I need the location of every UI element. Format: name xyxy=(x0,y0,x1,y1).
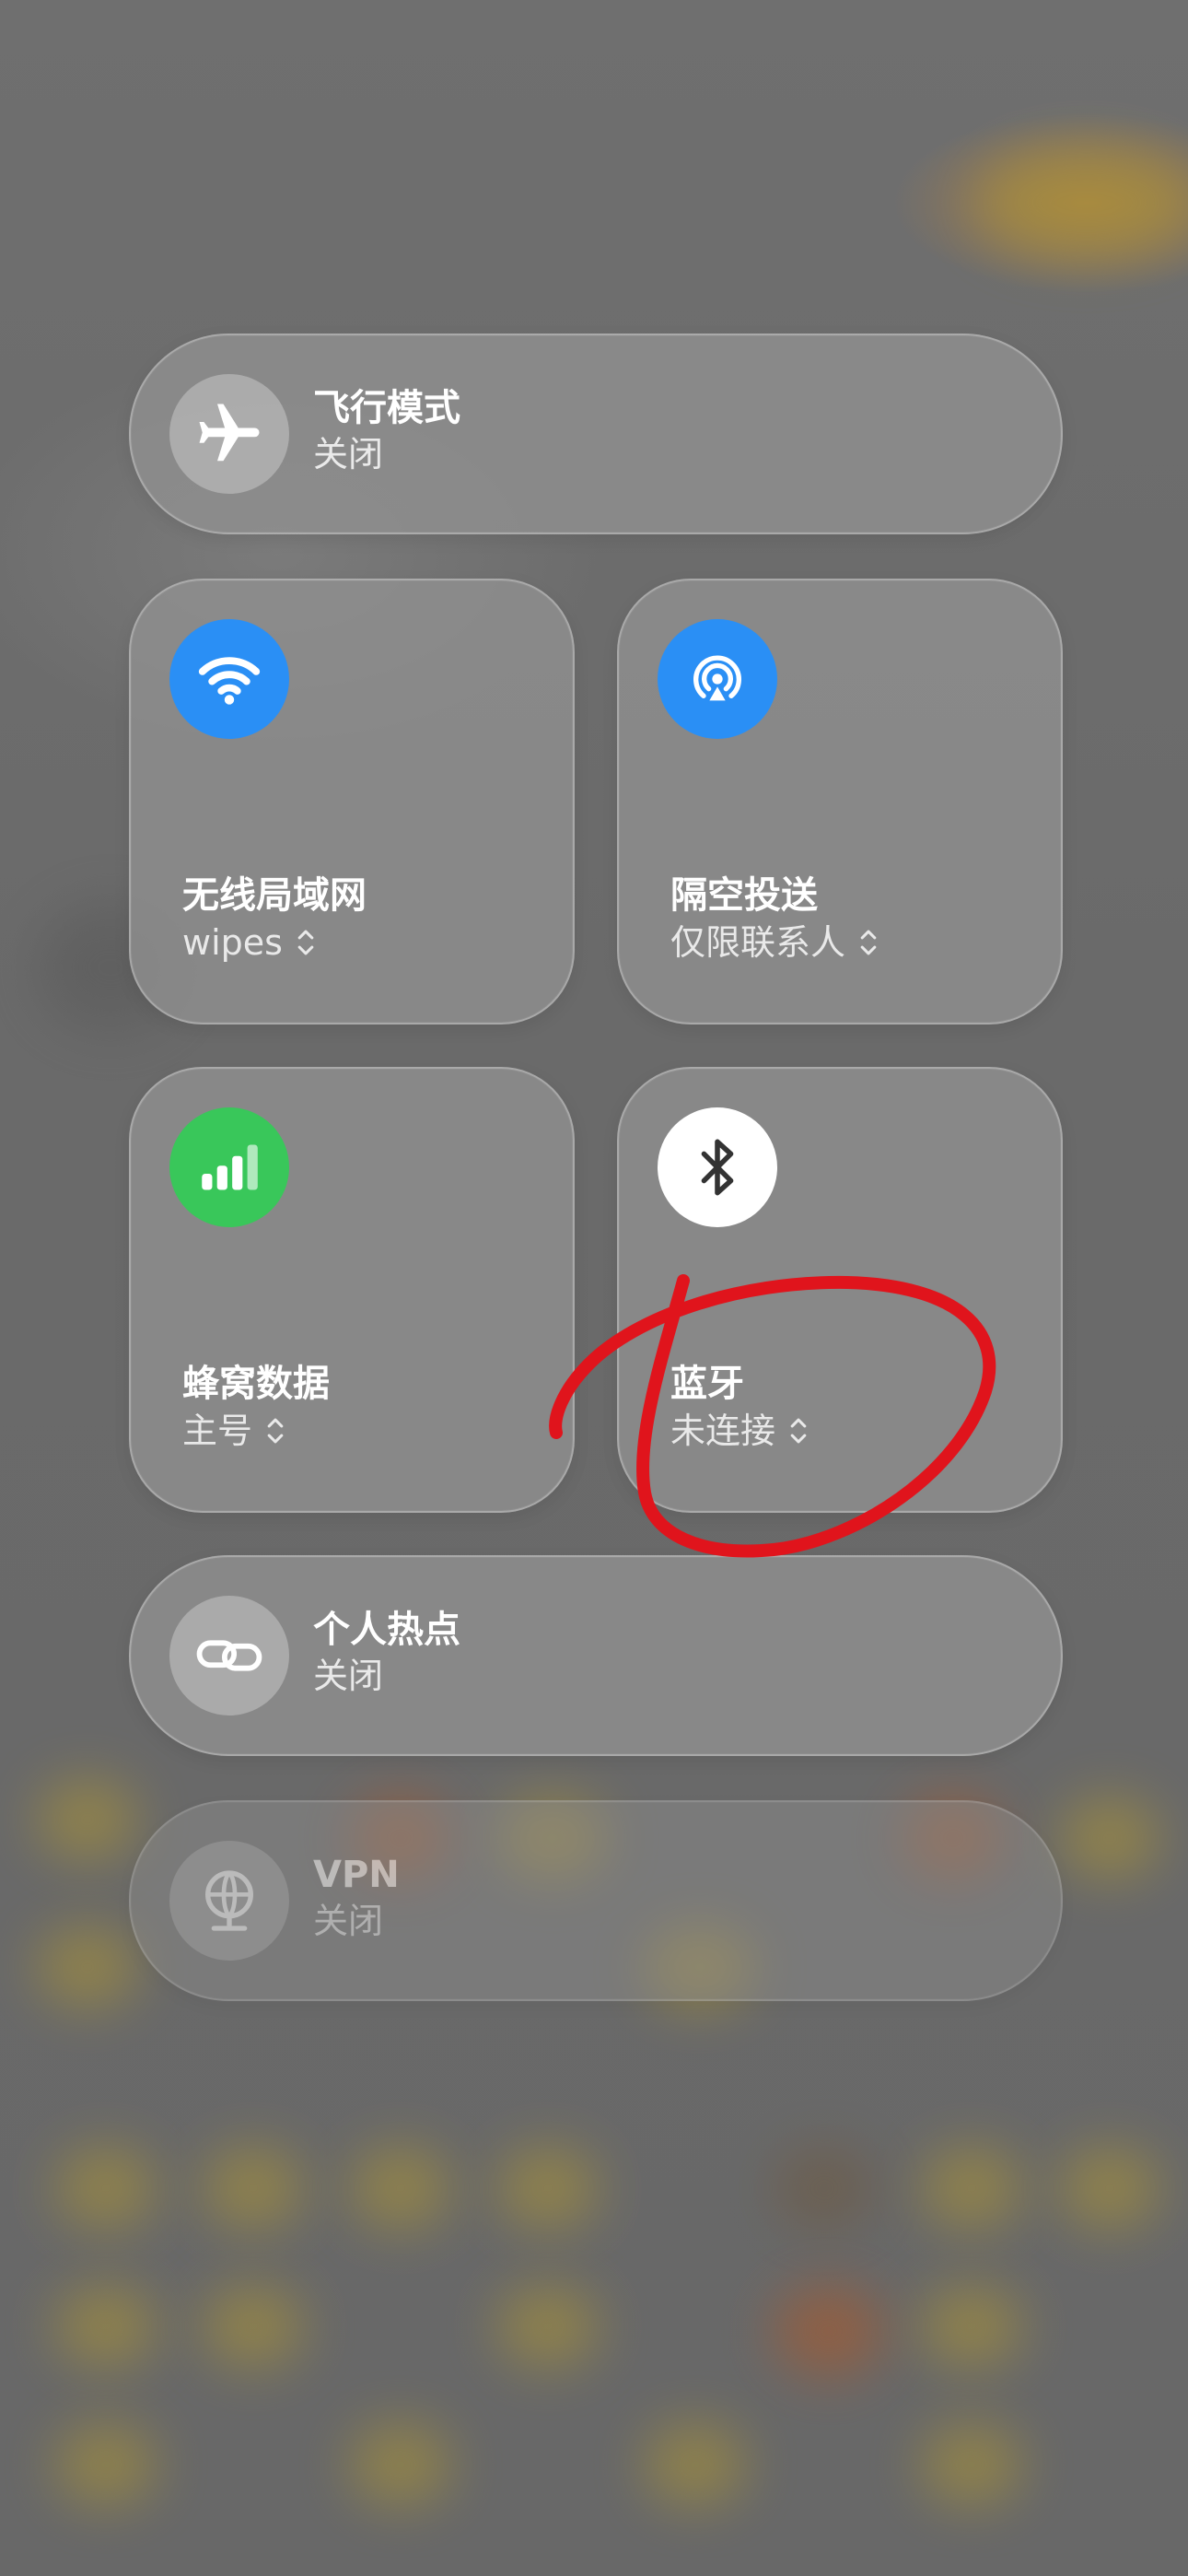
bg-blur-shape xyxy=(55,2423,157,2506)
wifi-network-name: wipes xyxy=(182,922,283,963)
bg-blur-shape xyxy=(774,2147,875,2230)
bg-blur-shape xyxy=(497,2285,599,2368)
personal-hotspot-toggle[interactable]: 个人热点 关闭 xyxy=(129,1555,1063,1756)
vpn-toggle[interactable]: VPN 关闭 xyxy=(129,1800,1063,2001)
airplane-mode-toggle[interactable]: 飞行模式 关闭 xyxy=(129,334,1063,534)
chevron-up-down-icon xyxy=(297,930,314,955)
bg-blur-shape xyxy=(55,2285,157,2368)
chevron-up-down-icon xyxy=(267,1418,284,1444)
bluetooth-toggle-button[interactable] xyxy=(658,1107,777,1227)
bg-blur-shape xyxy=(203,2147,304,2230)
airdrop-icon xyxy=(693,655,741,701)
bluetooth-icon xyxy=(701,1139,734,1196)
bg-blur-shape xyxy=(976,147,1188,258)
cellular-line-selector[interactable]: 主号 xyxy=(182,1410,285,1452)
bluetooth-device-selector[interactable]: 未连接 xyxy=(670,1410,809,1452)
airplane-mode-status: 关闭 xyxy=(313,434,384,474)
bg-blur-shape xyxy=(350,2147,451,2230)
bg-blur-shape xyxy=(37,1778,138,1861)
wifi-icon xyxy=(198,657,261,705)
bg-blur-shape xyxy=(1059,1797,1160,1879)
bg-blur-shape xyxy=(921,2423,1022,2506)
airdrop-mode-selector[interactable]: 仅限联系人 xyxy=(670,921,879,964)
wifi-network-selector[interactable]: wipes xyxy=(182,921,316,964)
bluetooth-tile[interactable]: 蓝牙 未连接 xyxy=(617,1067,1063,1513)
hotspot-link-icon xyxy=(196,1640,262,1671)
bg-blur-shape xyxy=(350,2423,451,2506)
vpn-status: 关闭 xyxy=(313,1901,384,1941)
cellular-icon xyxy=(202,1144,258,1190)
wifi-title: 无线局域网 xyxy=(182,874,367,917)
wifi-tile[interactable]: 无线局域网 wipes xyxy=(129,579,575,1025)
hotspot-status: 关闭 xyxy=(313,1656,384,1696)
chevron-up-down-icon xyxy=(790,1418,807,1444)
airdrop-title: 隔空投送 xyxy=(670,874,818,917)
cellular-title: 蜂窝数据 xyxy=(182,1363,330,1405)
bg-blur-shape xyxy=(203,2285,304,2368)
airplane-mode-title: 飞行模式 xyxy=(313,387,460,429)
cellular-tile[interactable]: 蜂窝数据 主号 xyxy=(129,1067,575,1513)
cellular-line: 主号 xyxy=(182,1411,253,1451)
vpn-icon-button[interactable] xyxy=(169,1841,289,1961)
bg-blur-shape xyxy=(645,2423,746,2506)
bg-blur-shape xyxy=(37,1926,138,2008)
chevron-up-down-icon xyxy=(860,930,877,955)
bg-blur-shape xyxy=(497,2147,599,2230)
airdrop-toggle-button[interactable] xyxy=(658,619,777,739)
vpn-title: VPN xyxy=(313,1854,400,1896)
airplane-icon xyxy=(199,404,260,462)
airdrop-mode: 仅限联系人 xyxy=(670,922,846,963)
cellular-toggle-button[interactable] xyxy=(169,1107,289,1227)
bg-blur-shape xyxy=(921,2147,1022,2230)
wifi-toggle-button[interactable] xyxy=(169,619,289,739)
hotspot-title: 个人热点 xyxy=(313,1609,460,1651)
bg-blur-shape xyxy=(774,2285,884,2377)
bg-blur-shape xyxy=(55,2147,157,2230)
vpn-globe-icon xyxy=(205,1870,253,1931)
bg-blur-shape xyxy=(921,2285,1022,2368)
airplane-icon-button[interactable] xyxy=(169,374,289,494)
bluetooth-status: 未连接 xyxy=(670,1411,776,1451)
hotspot-icon-button[interactable] xyxy=(169,1596,289,1715)
bg-blur-shape xyxy=(1059,2147,1160,2230)
bluetooth-title: 蓝牙 xyxy=(670,1363,744,1405)
airdrop-tile[interactable]: 隔空投送 仅限联系人 xyxy=(617,579,1063,1025)
